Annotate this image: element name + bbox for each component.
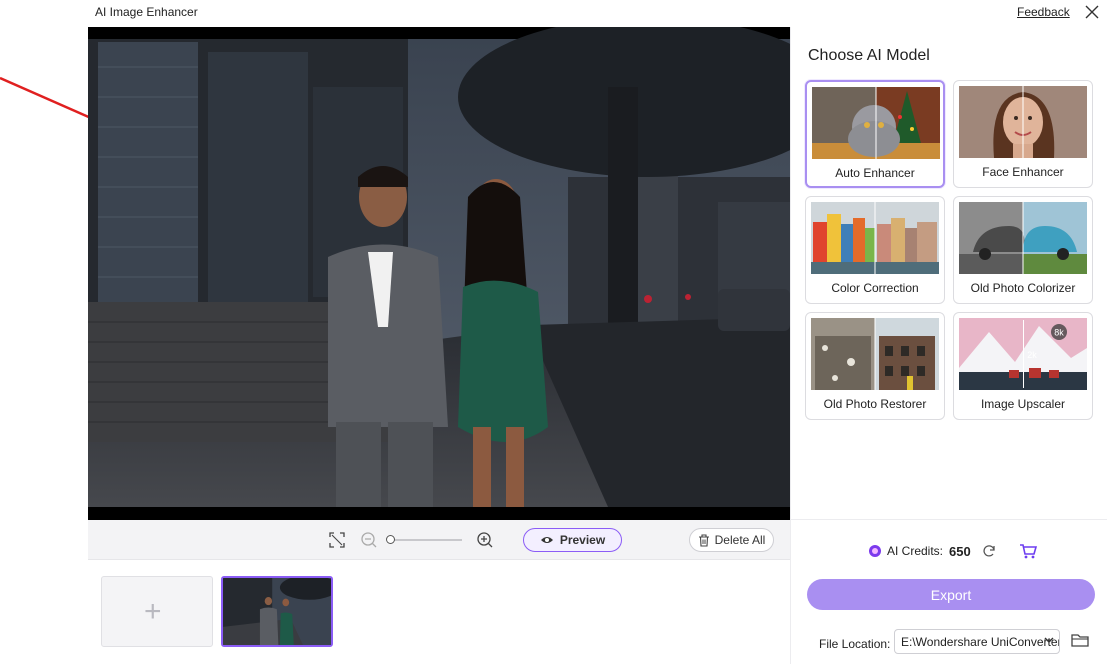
model-card-old-photo-colorizer[interactable]: Old Photo Colorizer (953, 196, 1093, 304)
delete-all-label: Delete All (714, 533, 766, 547)
model-card-image-upscaler[interactable]: 8k 2k Image Upscaler (953, 312, 1093, 420)
model-label: Color Correction (831, 281, 919, 295)
model-label: Old Photo Restorer (823, 397, 927, 411)
model-card-color-correction[interactable]: Color Correction (805, 196, 945, 304)
image-upscaler-thumbnail: 8k 2k (959, 318, 1087, 390)
photo-couple-street (88, 27, 790, 520)
model-label: Face Enhancer (982, 165, 1064, 179)
app-title: AI Image Enhancer (95, 5, 198, 19)
upscaler-badge-8k: 8k (1054, 328, 1064, 338)
plus-icon: + (144, 595, 162, 628)
color-correction-thumbnail (811, 202, 939, 274)
old-photo-restorer-thumbnail (811, 318, 939, 390)
auto-enhancer-thumbnail (812, 87, 940, 159)
chevron-down-icon[interactable] (1043, 634, 1055, 646)
face-enhancer-thumbnail (959, 86, 1087, 158)
model-label: Auto Enhancer (835, 166, 915, 180)
delete-all-button[interactable]: Delete All (689, 528, 774, 552)
zoom-slider-track[interactable] (390, 539, 462, 541)
feedback-link[interactable]: Feedback (1017, 5, 1070, 19)
image-preview[interactable] (88, 27, 790, 520)
trash-icon (698, 533, 709, 547)
model-card-face-enhancer[interactable]: Face Enhancer (953, 80, 1093, 188)
eye-icon (540, 537, 553, 543)
credits-value: 650 (949, 543, 971, 559)
preview-button[interactable]: Preview (523, 528, 622, 552)
cart-icon[interactable] (1019, 543, 1037, 559)
credits-label: AI Credits: (887, 544, 944, 558)
zoom-out-icon[interactable] (359, 530, 379, 550)
ai-credits: AI Credits: 650 (869, 543, 1037, 559)
model-label: Image Upscaler (980, 397, 1066, 411)
thumbnail-image (223, 578, 331, 645)
panel-divider (790, 519, 1107, 520)
model-label: Old Photo Colorizer (970, 281, 1076, 295)
file-location-select[interactable]: E:\Wondershare UniConverter (894, 629, 1060, 654)
close-icon[interactable] (1082, 2, 1102, 22)
preview-toolbar: Preview Delete All (88, 520, 790, 560)
upscaler-badge-2k: 2k (1027, 350, 1037, 360)
old-photo-colorizer-thumbnail (959, 202, 1087, 274)
zoom-in-icon[interactable] (475, 530, 495, 550)
folder-icon[interactable] (1071, 632, 1089, 648)
credits-coin-icon (869, 545, 881, 557)
thumbnail-item[interactable] (221, 576, 333, 647)
preview-button-label: Preview (559, 533, 606, 547)
model-card-old-photo-restorer[interactable]: Old Photo Restorer (805, 312, 945, 420)
zoom-slider-handle[interactable] (386, 535, 395, 544)
add-image-button[interactable]: + (101, 576, 213, 647)
refresh-icon[interactable] (981, 543, 997, 559)
fit-screen-icon[interactable] (327, 530, 347, 550)
export-button[interactable]: Export (807, 579, 1095, 610)
model-card-auto-enhancer[interactable]: Auto Enhancer (805, 80, 945, 188)
file-location-label: File Location: (819, 637, 891, 651)
panel-title: Choose AI Model (808, 47, 930, 64)
